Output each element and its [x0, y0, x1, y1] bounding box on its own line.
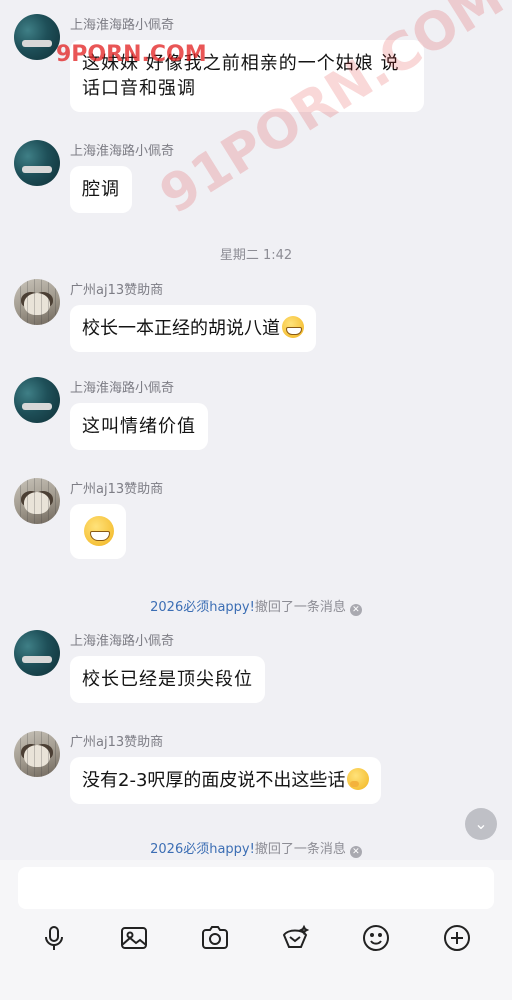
close-icon[interactable]: ✕: [349, 846, 362, 858]
message-text-line-1: 这妹妹 好像我之前相亲的一个姑娘 说: [82, 53, 400, 74]
message-text: 校长已经是顶尖段位: [82, 669, 253, 690]
composer: [0, 860, 512, 1000]
message-text: 没有2-3呎厚的面皮说不出这些话: [82, 770, 346, 791]
message-bubble[interactable]: 这叫情绪价值: [70, 403, 208, 450]
message-bubble[interactable]: 没有2-3呎厚的面皮说不出这些话: [70, 757, 382, 804]
message-text: 腔调: [82, 179, 120, 200]
emoji-icon: [363, 925, 389, 951]
avatar[interactable]: [14, 279, 60, 325]
camera-button[interactable]: [195, 918, 235, 958]
sender-name: 广州aj13赞助商: [70, 482, 164, 497]
chevron-down-icon: ⌄: [474, 814, 488, 833]
message-text: 校长一本正经的胡说八道: [82, 318, 280, 339]
avatar[interactable]: [14, 14, 60, 60]
sender-name: 上海淮海路小佩奇: [70, 381, 175, 396]
recall-text: 撤回了一条消息: [254, 842, 346, 857]
microphone-button[interactable]: [34, 918, 74, 958]
more-button[interactable]: [437, 918, 477, 958]
composer-toolbar: [0, 918, 512, 958]
avatar[interactable]: [14, 377, 60, 423]
message-input[interactable]: [18, 867, 494, 909]
recall-notice: 2026必须happy!撤回了一条消息 ✕: [0, 838, 512, 858]
scroll-down-button[interactable]: ⌄: [465, 808, 497, 840]
message-bubble[interactable]: 这妹妹 好像我之前相亲的一个姑娘 说 话口音和强调: [70, 40, 424, 112]
sender-name: 广州aj13赞助商: [70, 283, 164, 298]
watermark: 91PORN.COM: [150, 0, 512, 226]
gallery-button[interactable]: [114, 918, 154, 958]
timestamp: 星期二 1:42: [219, 248, 293, 263]
avatar[interactable]: [14, 478, 60, 524]
sender-name: 上海淮海路小佩奇: [70, 144, 175, 159]
emoji-button[interactable]: [356, 918, 396, 958]
close-icon[interactable]: ✕: [349, 604, 362, 616]
microphone-icon: [45, 926, 63, 950]
avatar[interactable]: [14, 630, 60, 676]
recall-user-link[interactable]: 2026必须happy!: [150, 600, 255, 615]
message-bubble[interactable]: 腔调: [70, 166, 132, 213]
recall-user-link[interactable]: 2026必须happy!: [150, 842, 255, 857]
image-icon: [121, 927, 147, 949]
plus-icon: [444, 925, 470, 951]
avatar[interactable]: [14, 140, 60, 186]
message-bubble[interactable]: [70, 504, 126, 559]
message-bubble[interactable]: 校长一本正经的胡说八道: [70, 305, 316, 352]
message-bubble[interactable]: 校长已经是顶尖段位: [70, 656, 265, 703]
grinning-face-icon: [84, 516, 114, 546]
camera-icon: [202, 926, 228, 949]
grinning-face-icon: [282, 316, 304, 338]
recall-notice: 2026必须happy!撤回了一条消息 ✕: [0, 596, 512, 616]
sender-name: 上海淮海路小佩奇: [70, 18, 175, 33]
avatar[interactable]: [14, 731, 60, 777]
red-packet-button[interactable]: [275, 918, 315, 958]
message-text-line-2: 话口音和强调: [82, 78, 196, 99]
face-with-hand-over-mouth-icon: [347, 768, 370, 790]
chat-history[interactable]: 上海淮海路小佩奇 这妹妹 好像我之前相亲的一个姑娘 说 话口音和强调 上海淮海路…: [0, 0, 512, 860]
sender-name: 广州aj13赞助商: [70, 735, 164, 750]
message-text: 这叫情绪价值: [82, 416, 196, 437]
red-packet-icon: [282, 924, 310, 948]
recall-text: 撤回了一条消息: [254, 600, 346, 615]
sender-name: 上海淮海路小佩奇: [70, 634, 175, 649]
